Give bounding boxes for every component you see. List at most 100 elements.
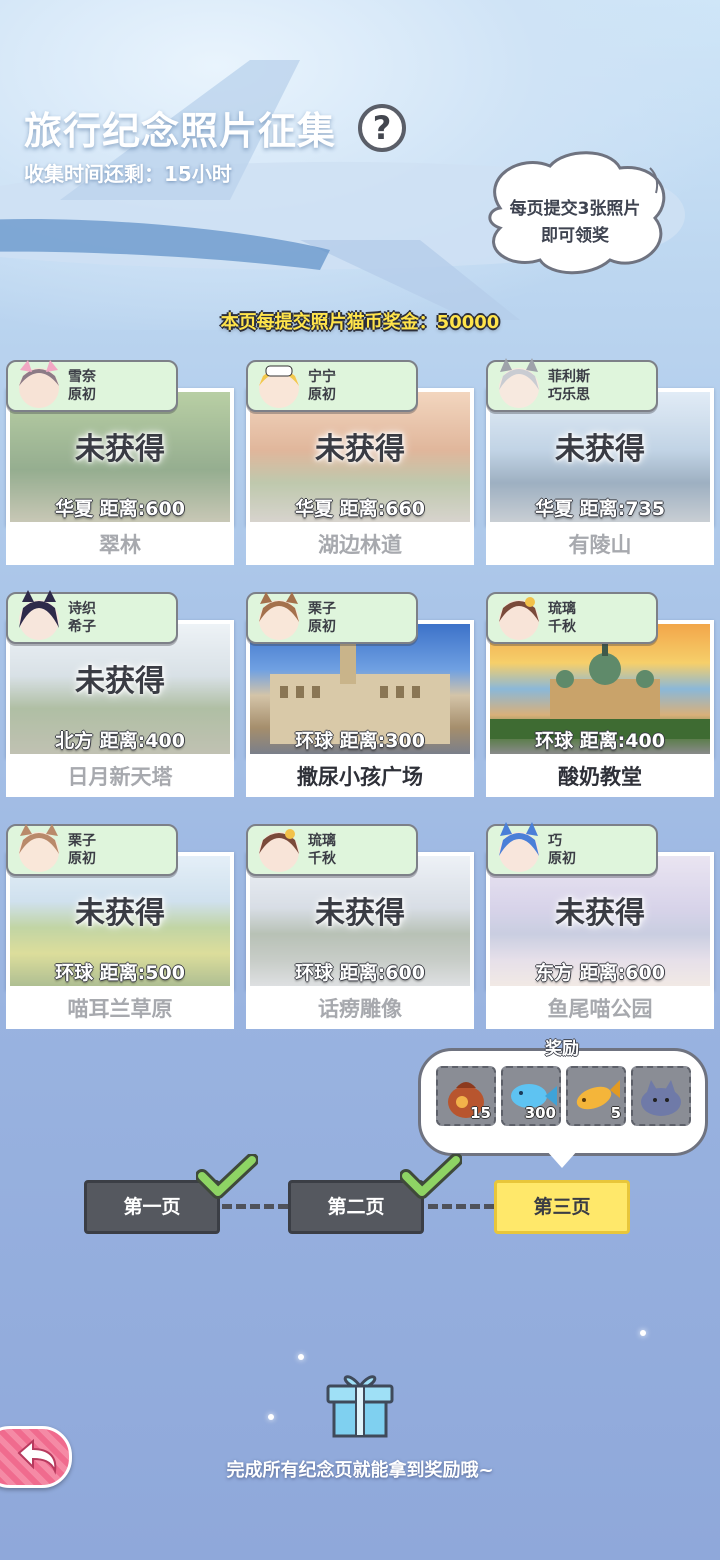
reward-title: 奖励 xyxy=(545,1039,579,1059)
photo-card[interactable]: 未获得 北方 距离:400 日月新天塔 诗织希子 xyxy=(6,590,234,797)
back-arrow-icon xyxy=(17,1438,57,1475)
character-avatar-icon xyxy=(499,822,539,872)
checkmark-icon xyxy=(196,1154,258,1199)
character-avatar-icon xyxy=(499,358,539,408)
character-names: 雪奈 原初 xyxy=(68,368,96,404)
photo-card[interactable]: 未获得 东方 距离:600 鱼尾喵公园 巧原初 xyxy=(486,822,714,1029)
sparkle xyxy=(268,1414,274,1420)
character-subname: 巧乐思 xyxy=(548,387,590,403)
reward-slot[interactable]: 15 xyxy=(436,1066,496,1126)
reward-slot[interactable]: 5 xyxy=(566,1066,626,1126)
distance-label: 环球 距离:600 xyxy=(295,962,425,984)
status-label: 未获得 xyxy=(315,432,405,467)
character-name: 琉璃 xyxy=(548,601,576,617)
distance-label: 华夏 距离:600 xyxy=(55,498,185,520)
character-names: 琉璃 千秋 xyxy=(308,832,336,868)
character-names: 菲利斯 巧乐思 xyxy=(548,368,590,404)
location-name: 湖边林道 xyxy=(246,526,474,565)
reward-count: 5 xyxy=(610,1104,621,1122)
character-names: 巧原初 xyxy=(548,832,576,868)
character-name: 菲利斯 xyxy=(548,369,590,385)
character-name: 栗子 xyxy=(308,601,336,617)
character-subname: 千秋 xyxy=(548,619,576,635)
character-names: 栗子 原初 xyxy=(68,832,96,868)
help-button[interactable]: ? xyxy=(358,104,406,152)
character-subname: 原初 xyxy=(308,387,336,403)
bubble-line-2: 即可领奖 xyxy=(541,226,609,246)
location-name: 话痨雕像 xyxy=(246,990,474,1029)
page-title: 旅行纪念照片征集 xyxy=(24,109,337,153)
remaining-time: 收集时间还剩：15小时 xyxy=(24,162,232,186)
distance-label: 华夏 距离:735 xyxy=(535,498,665,520)
bubble-line-1: 每页提交3张照片 xyxy=(509,199,641,219)
status-label: 未获得 xyxy=(315,896,405,931)
character-avatar-icon xyxy=(259,592,299,640)
character-subname: 原初 xyxy=(308,619,336,635)
character-avatar-icon xyxy=(499,597,539,640)
pager-connector xyxy=(428,1204,494,1209)
character-avatar-icon xyxy=(19,590,59,640)
pager-connector xyxy=(222,1204,288,1209)
status-label: 未获得 xyxy=(75,896,165,931)
location-name: 有陵山 xyxy=(486,526,714,565)
sparkle xyxy=(640,1330,646,1336)
location-name: 酸奶教堂 xyxy=(486,758,714,797)
bubble-message: 每页提交3张照片 即可领奖 xyxy=(480,196,670,250)
photo-card[interactable]: 未获得 华夏 距离:600 翠林 雪奈原初 xyxy=(6,360,234,565)
photo-card[interactable]: 未获得 环球 距离:600 话痨雕像 琉璃千秋 xyxy=(246,824,474,1029)
character-name: 琉璃 xyxy=(308,833,336,849)
character-avatar-icon xyxy=(19,824,59,872)
location-name: 鱼尾喵公园 xyxy=(486,990,714,1029)
sparkle xyxy=(298,1354,304,1360)
distance-label: 环球 距离:300 xyxy=(295,730,425,752)
character-avatar-icon xyxy=(259,829,299,872)
photo-card[interactable]: 环球 距离:400 酸奶教堂 琉璃千秋 xyxy=(486,592,714,797)
location-name: 撒尿小孩广场 xyxy=(246,758,474,797)
character-name: 诗织 xyxy=(68,601,96,617)
character-name: 宁宁 xyxy=(308,369,336,385)
photo-grid: 未获得 华夏 距离:600 翠林 雪奈原初 未获得 华夏 距离:660 湖边林道… xyxy=(6,358,714,1030)
reward-slot[interactable]: 300 xyxy=(501,1066,561,1126)
character-names: 诗织 希子 xyxy=(68,600,96,636)
character-subname: 原初 xyxy=(68,387,96,403)
status-label: 未获得 xyxy=(555,896,645,931)
character-names: 宁宁 原初 xyxy=(308,368,336,404)
photo-card[interactable]: 未获得 环球 距离:500 喵耳兰草原 栗子原初 xyxy=(6,824,234,1029)
status-label: 未获得 xyxy=(75,664,165,699)
cat-plush-icon xyxy=(641,1080,681,1116)
distance-label: 华夏 距离:660 xyxy=(295,498,425,520)
reward-count: 15 xyxy=(470,1104,491,1122)
character-subname: 千秋 xyxy=(308,851,336,867)
photo-card[interactable]: 未获得 华夏 距离:735 有陵山 菲利斯巧乐思 xyxy=(486,358,714,565)
character-avatar-icon xyxy=(259,365,299,408)
location-name: 喵耳兰草原 xyxy=(6,990,234,1029)
gift-box-icon[interactable] xyxy=(322,1364,398,1440)
character-name: 栗子 xyxy=(68,833,96,849)
character-name: 雪奈 xyxy=(68,369,96,385)
bonus-banner: 本页每提交照片猫币奖金：50000 xyxy=(220,312,500,333)
character-names: 栗子 原初 xyxy=(308,600,336,636)
status-label: 未获得 xyxy=(75,432,165,467)
reward-slot[interactable] xyxy=(631,1066,691,1126)
photo-card[interactable]: 未获得 华夏 距离:660 湖边林道 宁宁原初 xyxy=(246,360,474,565)
character-subname: 原初 xyxy=(68,851,96,867)
location-name: 日月新天塔 xyxy=(6,758,234,797)
location-name: 翠林 xyxy=(6,526,234,565)
checkmark-icon xyxy=(400,1154,462,1199)
distance-label: 环球 距离:500 xyxy=(55,962,185,984)
page-3-button[interactable]: 第三页 xyxy=(494,1180,630,1234)
character-names: 琉璃 千秋 xyxy=(548,600,576,636)
character-avatar-icon xyxy=(19,360,59,408)
back-button[interactable] xyxy=(0,1426,72,1488)
distance-label: 北方 距离:400 xyxy=(55,730,185,752)
distance-label: 东方 距离:600 xyxy=(535,962,665,984)
character-name: 巧 xyxy=(548,833,562,849)
completion-hint: 完成所有纪念页就能拿到奖励哦~ xyxy=(226,1460,494,1481)
reward-panel-pointer xyxy=(546,1150,578,1168)
photo-card[interactable]: 环球 距离:300 撒尿小孩广场 栗子原初 xyxy=(246,592,474,797)
distance-label: 环球 距离:400 xyxy=(535,730,665,752)
character-subname: 希子 xyxy=(68,619,96,635)
status-label: 未获得 xyxy=(555,432,645,467)
reward-count: 300 xyxy=(524,1104,556,1122)
character-subname: 原初 xyxy=(548,851,576,867)
